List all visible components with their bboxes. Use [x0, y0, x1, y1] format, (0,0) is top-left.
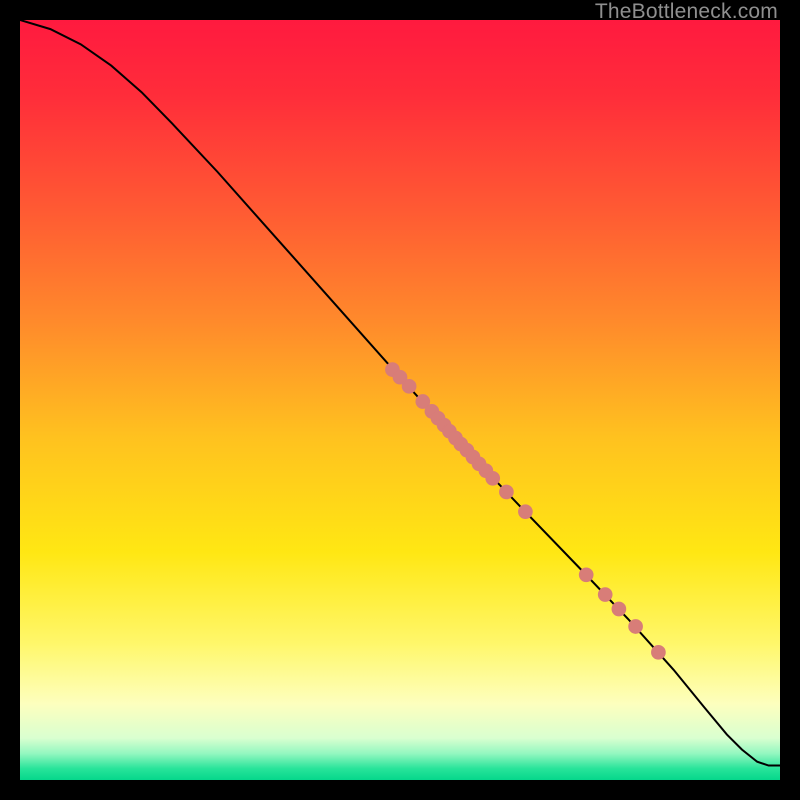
- curve-marker: [652, 645, 666, 659]
- curve-marker: [486, 471, 500, 485]
- curve-marker: [519, 505, 533, 519]
- curve-marker: [612, 602, 626, 616]
- gradient-plot: [20, 20, 780, 780]
- curve-marker: [500, 485, 514, 499]
- curve-marker: [629, 620, 643, 634]
- chart-frame: [20, 20, 780, 780]
- gradient-bg: [20, 20, 780, 780]
- curve-marker: [402, 379, 416, 393]
- curve-marker: [579, 568, 593, 582]
- curve-marker: [598, 588, 612, 602]
- watermark-text: TheBottleneck.com: [595, 0, 778, 24]
